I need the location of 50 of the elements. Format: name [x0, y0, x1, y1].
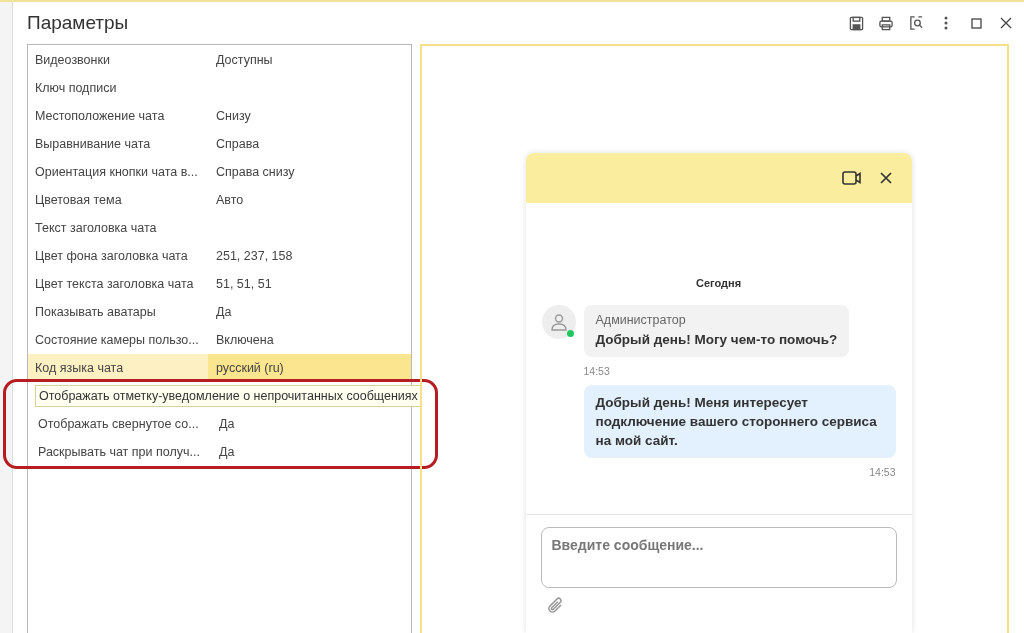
- close-icon: [1000, 17, 1012, 29]
- message-author: Администратор: [595, 313, 687, 327]
- close-button[interactable]: [998, 15, 1014, 31]
- message-text: Добрый день! Меня интересует подключение вашего стороннего сервиса на мой сайт.: [595, 394, 878, 450]
- message-time: 14:53: [583, 365, 611, 377]
- property-label: Показывать аватары: [34, 304, 157, 321]
- save-icon: [848, 15, 864, 31]
- property-value: Включена: [215, 332, 275, 349]
- property-label: Цвет фона заголовка чата: [34, 248, 189, 265]
- property-value: русский (ru): [208, 354, 411, 382]
- property-label: Цвет текста заголовка чата: [34, 276, 195, 293]
- save-button[interactable]: [848, 15, 864, 31]
- print-icon: [878, 15, 894, 31]
- print-button[interactable]: [878, 15, 894, 31]
- property-label: Код языка чата: [34, 360, 125, 377]
- property-label: Ключ подписи: [34, 80, 118, 97]
- property-value: 51, 51, 51: [215, 276, 273, 293]
- maximize-icon: [970, 17, 982, 29]
- property-label: Ориентация кнопки чата в...: [34, 164, 199, 181]
- property-value: Да: [215, 304, 233, 321]
- property-value: Да: [218, 444, 236, 461]
- message-text: Добрый день! Могу чем-то помочь?: [595, 331, 838, 349]
- property-label: Местоположение чата: [34, 108, 166, 125]
- video-camera-icon[interactable]: [841, 170, 862, 186]
- maximize-button[interactable]: [968, 15, 984, 31]
- person-icon: [549, 313, 568, 331]
- property-value: 251, 237, 158: [215, 248, 294, 265]
- property-label: Отображать свернутое со...: [37, 416, 200, 433]
- property-row[interactable]: Код языка чата русский (ru): [28, 354, 411, 382]
- message-time: 14:53: [869, 466, 896, 478]
- property-value: Да: [218, 416, 236, 433]
- preview-button[interactable]: [908, 15, 924, 31]
- property-label: Состояние камеры пользо...: [34, 332, 200, 349]
- property-label: Текст заголовка чата: [34, 220, 158, 237]
- property-value: Снизу: [215, 108, 252, 125]
- property-label: Видеозвонки: [34, 52, 111, 69]
- property-label: Выравнивание чата: [34, 136, 152, 153]
- preview-icon: [908, 15, 924, 31]
- property-value: Справа снизу: [215, 164, 296, 181]
- tooltip: Отображать отметку-уведомление о непрочитанных сообщениях: [35, 385, 422, 407]
- more-icon: [944, 16, 948, 30]
- property-label: Цветовая тема: [34, 192, 123, 209]
- close-icon[interactable]: [879, 172, 892, 184]
- message-input[interactable]: Введите сообщение...: [540, 527, 897, 588]
- property-value: Справа: [215, 136, 261, 153]
- property-value: Авто: [215, 192, 245, 209]
- property-label: Раскрывать чат при получ...: [37, 444, 201, 461]
- window-title: Параметры: [27, 12, 130, 34]
- date-separator: Сегодня: [695, 277, 742, 289]
- property-value: Доступны: [215, 52, 274, 69]
